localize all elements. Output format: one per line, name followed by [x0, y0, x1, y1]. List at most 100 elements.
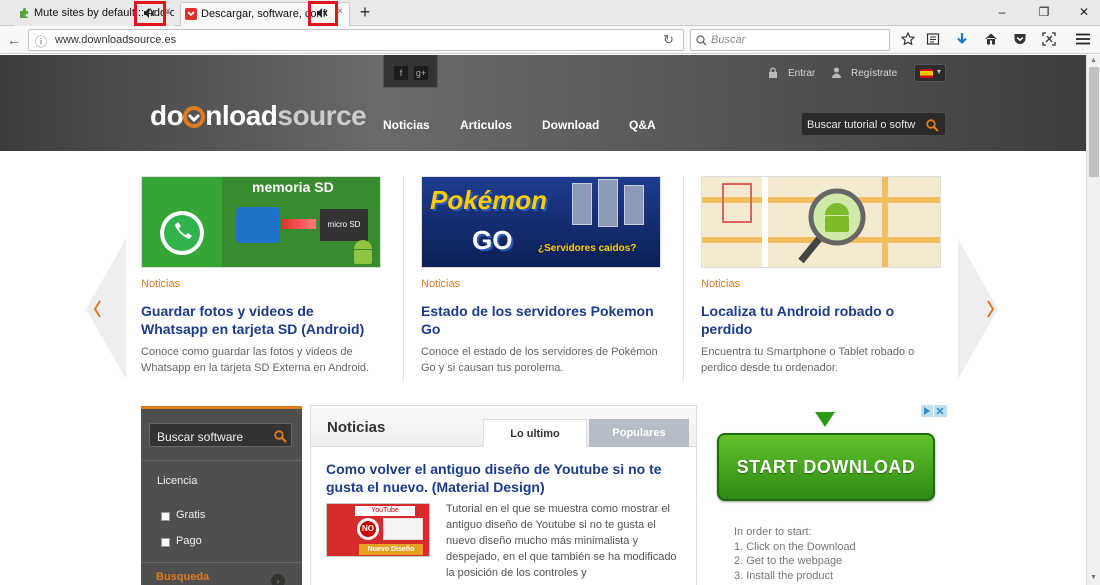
scroll-down-icon[interactable]: ▼: [1090, 574, 1097, 581]
thumb-sub: micro SD: [320, 209, 368, 241]
search-icon[interactable]: [274, 430, 287, 443]
tab-lo-ultimo[interactable]: Lo ultimo: [483, 419, 587, 447]
featured-carousel: memoria SD micro SD Noticias Guardar fot…: [0, 151, 1086, 396]
card-thumbnail[interactable]: [701, 176, 941, 268]
chevron-down-icon: ▾: [937, 67, 942, 76]
navigation-bar: ← ⓘ www.downloadsource.es ↻ Buscar: [0, 26, 1100, 54]
screenshot-icon[interactable]: [1042, 32, 1056, 46]
menu-item-noticias[interactable]: Noticias: [383, 118, 430, 132]
thumb-new-design-label: Nuevo Diseño: [359, 544, 423, 555]
divider: [141, 562, 302, 563]
card-title[interactable]: Estado de los servidores Pokemon Go: [421, 302, 661, 338]
hamburger-menu-icon[interactable]: [1076, 33, 1090, 45]
scroll-up-icon[interactable]: ▲: [1090, 57, 1097, 64]
chevron-right-icon[interactable]: ›: [271, 574, 285, 585]
option-gratis-label[interactable]: Gratis: [176, 509, 205, 521]
site-logo[interactable]: do nloadsource: [150, 100, 367, 132]
card-title[interactable]: Guardar fotos y videos de Whatsapp en ta…: [141, 302, 381, 338]
carousel-prev-arrow[interactable]: [86, 239, 126, 379]
star-icon[interactable]: [901, 32, 915, 46]
ad-instructions: In order to start: 1. Click on the Downl…: [734, 526, 856, 582]
browser-search-input[interactable]: Buscar: [690, 29, 890, 51]
thumb-no-label: NO: [357, 518, 379, 540]
scrollbar-thumb[interactable]: [1089, 67, 1099, 177]
advanced-search-link[interactable]: Busqueda avanzada: [156, 571, 236, 585]
card-category[interactable]: Noticias: [421, 278, 661, 290]
advertisement: START DOWNLOAD In order to start: 1. Cli…: [710, 405, 950, 585]
start-download-button[interactable]: START DOWNLOAD: [717, 433, 935, 501]
close-tab-icon[interactable]: ×: [165, 6, 171, 17]
software-search-input[interactable]: Buscar software: [149, 423, 292, 447]
card-category[interactable]: Noticias: [701, 278, 941, 290]
option-pago-label[interactable]: Pago: [176, 535, 202, 547]
tab-strip: Mute sites by default :: Add-ons fo × De…: [0, 0, 1100, 26]
spain-flag-icon: [920, 69, 933, 78]
card-category[interactable]: Noticias: [141, 278, 381, 290]
news-header: Noticias Lo ultimo Populares: [311, 406, 696, 447]
news-heading: Noticias: [327, 419, 386, 436]
login-link[interactable]: Entrar: [788, 68, 815, 79]
thumb-title: memoria SD: [252, 179, 334, 195]
home-icon[interactable]: [984, 32, 998, 46]
software-search-placeholder: Buscar software: [157, 430, 244, 444]
carousel-next-arrow[interactable]: [958, 239, 998, 379]
carousel-card[interactable]: memoria SD micro SD Noticias Guardar fot…: [141, 176, 381, 376]
menu-item-download[interactable]: Download: [542, 118, 599, 132]
page-scrollbar[interactable]: ▲ ▼: [1086, 55, 1100, 585]
new-tab-button[interactable]: +: [355, 3, 375, 23]
minimize-button[interactable]: –: [990, 4, 1014, 20]
muted-speaker-icon[interactable]: [316, 7, 328, 19]
whatsapp-icon: [160, 211, 204, 255]
carousel-card[interactable]: Noticias Localiza tu Android robado o pe…: [701, 176, 941, 376]
social-links: f g+: [383, 55, 438, 88]
checkbox-gratis[interactable]: [161, 512, 170, 521]
card-thumbnail[interactable]: memoria SD micro SD: [141, 176, 381, 268]
carousel-card[interactable]: Pokémon GO ¿Servidores caidos? Noticias …: [421, 176, 661, 376]
article-title[interactable]: Como volver el antiguo diseño de Youtube…: [326, 460, 686, 496]
site-search-input[interactable]: Buscar tutorial o softw: [801, 112, 946, 136]
close-tab-icon[interactable]: ×: [337, 6, 343, 17]
google-plus-icon[interactable]: g+: [414, 66, 428, 80]
thumb-note: ¿Servidores caidos?: [538, 243, 637, 254]
ad-choices-icon[interactable]: [921, 405, 947, 417]
reading-list-icon[interactable]: [926, 32, 940, 46]
license-label: Licencia: [157, 475, 198, 487]
arrow-down-icon: [815, 412, 835, 427]
pocket-icon[interactable]: [1013, 32, 1027, 46]
search-placeholder: Buscar: [711, 34, 746, 46]
android-icon: [354, 240, 372, 264]
news-panel: Noticias Lo ultimo Populares Como volver…: [310, 405, 697, 585]
menu-item-articulos[interactable]: Articulos: [460, 118, 512, 132]
card-description: Conoce el estado de los servidores de Po…: [421, 346, 658, 374]
close-window-button[interactable]: ✕: [1072, 4, 1096, 20]
language-selector[interactable]: ▾: [914, 64, 946, 82]
downloadsource-icon: [185, 8, 197, 20]
facebook-icon[interactable]: f: [394, 66, 408, 80]
article-excerpt: Tutorial en el que se muestra como mostr…: [446, 503, 677, 579]
url-bar[interactable]: ⓘ www.downloadsource.es ↻: [28, 29, 684, 51]
register-link[interactable]: Regístrate: [851, 68, 897, 79]
card-thumbnail[interactable]: Pokémon GO ¿Servidores caidos?: [421, 176, 661, 268]
magnifier-android-icon: [798, 188, 866, 264]
info-icon[interactable]: ⓘ: [35, 33, 47, 50]
divider: [141, 460, 302, 461]
back-button[interactable]: ←: [4, 30, 24, 50]
reload-icon[interactable]: ↻: [663, 32, 674, 48]
menu-item-qa[interactable]: Q&A: [629, 118, 656, 132]
muted-speaker-icon[interactable]: [143, 7, 155, 19]
site-search-placeholder: Buscar tutorial o softw: [807, 119, 916, 131]
user-icon: [832, 67, 841, 78]
thumb-youtube-label: YouTube: [355, 506, 415, 516]
card-description: Encuentra tu Smartphone o Tablet robado …: [701, 346, 915, 374]
divider: [403, 176, 404, 381]
search-icon[interactable]: [926, 119, 939, 132]
article-thumbnail[interactable]: YouTube NO Nuevo Diseño: [326, 503, 430, 557]
divider: [683, 176, 684, 381]
page-viewport: f g+ Entrar Regístrate ▾ do nloadsource N…: [0, 55, 1086, 585]
restore-button[interactable]: ❐: [1032, 4, 1056, 20]
tab-populares[interactable]: Populares: [589, 419, 689, 447]
url-text: www.downloadsource.es: [55, 34, 177, 46]
download-arrow-icon[interactable]: [955, 32, 969, 46]
checkbox-pago[interactable]: [161, 538, 170, 547]
card-title[interactable]: Localiza tu Android robado o perdido: [701, 302, 941, 338]
